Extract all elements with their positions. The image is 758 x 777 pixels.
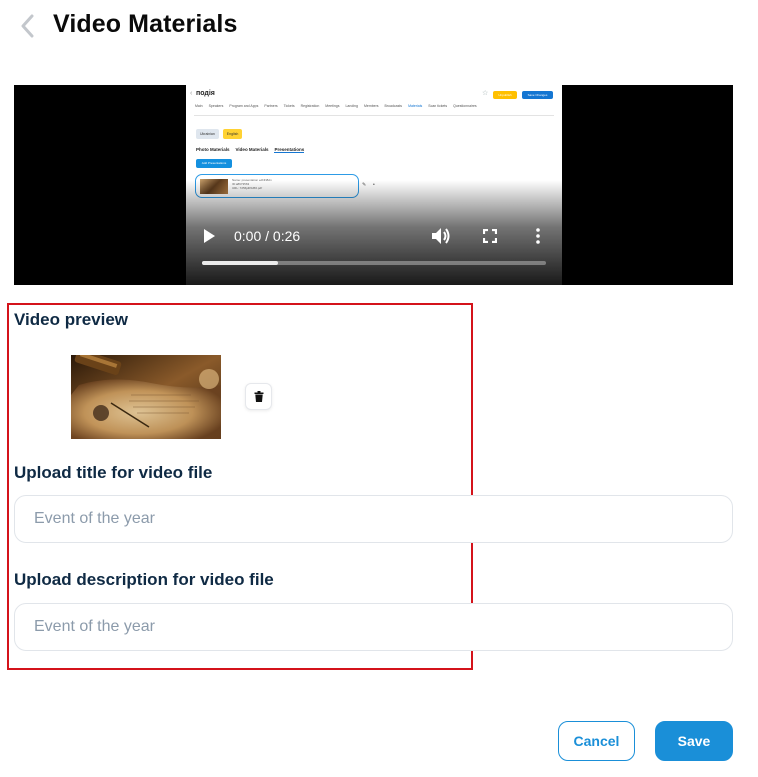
mini-lang-item: Ukrainian [196,129,219,139]
mini-nav-item: Registration [300,104,320,108]
video-player[interactable]: ‹ подія ☆ Unpublish Save Changes Main Sp… [14,85,733,285]
volume-icon [432,228,450,244]
description-field-label: Upload description for video file [14,570,274,589]
more-options-button[interactable] [530,226,546,246]
mini-nav-item: Main [195,104,203,108]
play-button[interactable] [200,227,218,245]
mini-nav: Main Speakers Program and Apps Partners … [195,104,477,108]
video-preview-thumbnail [71,355,221,439]
mini-nav-item: Partners [264,104,278,108]
delete-preview-button[interactable] [245,383,272,410]
play-icon [204,229,215,243]
mini-back-icon: ‹ [190,90,193,97]
cancel-button[interactable]: Cancel [558,721,635,761]
title-field-label: Upload title for video file [14,463,213,482]
mini-nav-item: Meetings [325,104,340,108]
mini-language-switch: Ukrainian English [196,129,243,139]
volume-button[interactable] [430,226,452,246]
mini-nav-item: Tickets [283,104,295,108]
save-button[interactable]: Save [655,721,733,761]
time-display: 0:00 / 0:26 [234,228,301,244]
trash-icon [254,391,263,402]
mini-lang-item-active: English [222,129,243,139]
mini-tab: Video Materials [235,147,269,152]
page-header: Video Materials [0,0,758,56]
video-description-input[interactable] [14,603,733,651]
mini-nav-item: Landing [345,104,358,108]
mini-nav-item: Questionnaires [453,104,477,108]
mini-tab: Photo Materials [196,147,230,152]
video-frame: ‹ подія ☆ Unpublish Save Changes Main Sp… [186,85,562,285]
mini-star-icon: ☆ [482,90,489,97]
back-button[interactable] [14,12,40,40]
fullscreen-button[interactable] [481,226,499,246]
mini-nav-item: Broadcasts [384,104,403,108]
page-title: Video Materials [53,10,238,38]
mini-page-title: подія [196,90,215,97]
fullscreen-icon [483,229,497,243]
chevron-left-icon [21,14,34,38]
mini-nav-item: Members [363,104,379,108]
video-progress-fill [202,261,278,265]
mini-add-button: Add Presentations [196,159,232,168]
mini-nav-item: Program and Apps [229,104,259,108]
mini-nav-item: Speakers [208,104,224,108]
more-vert-icon [536,228,540,244]
video-preview-label: Video preview [14,310,129,329]
mini-nav-item-active: Materials [408,104,423,108]
mini-unpublish-button: Unpublish [493,91,517,99]
mini-divider [194,115,554,116]
mini-nav-item: Scan tickets [428,104,448,108]
mini-tabs: Photo Materials Video Materials Presenta… [196,147,305,153]
preview-image-art [71,355,221,439]
mini-save-changes-button: Save Changes [522,91,553,99]
video-title-input[interactable] [14,495,733,543]
video-progress-bar[interactable] [202,261,546,265]
mini-tab-active: Presentations [274,147,305,153]
